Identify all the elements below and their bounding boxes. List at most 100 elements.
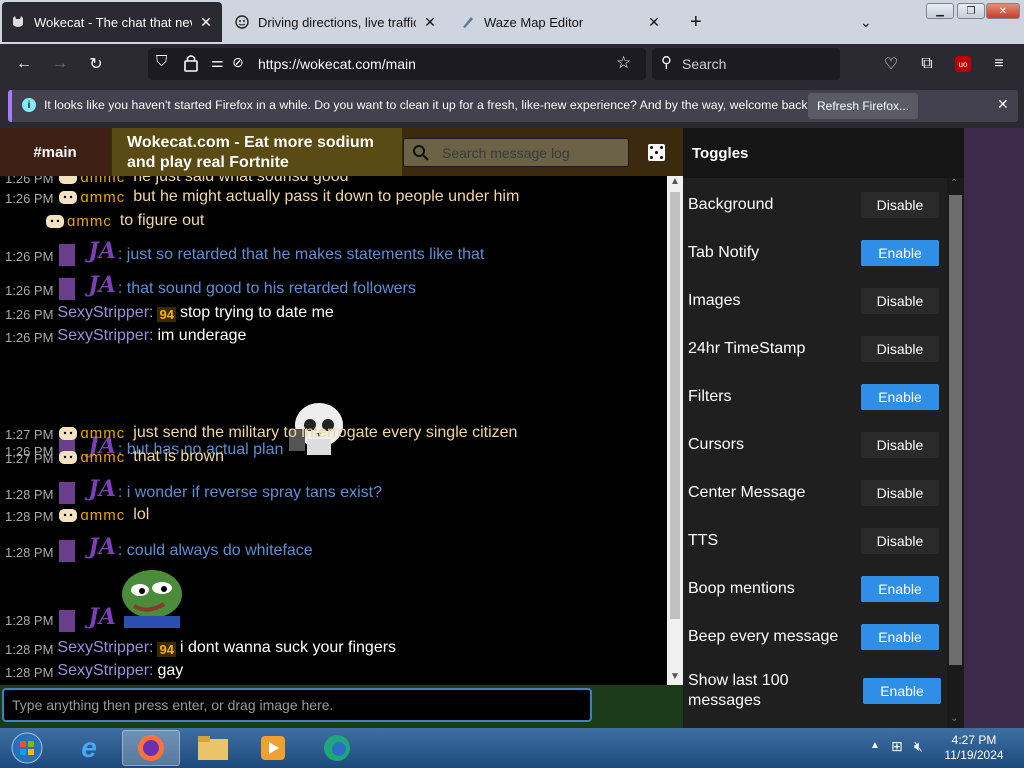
chat-message: 1:26 PM JA : that sound good to his reta… (5, 272, 416, 300)
minimize-button[interactable]: ▁ (926, 3, 954, 19)
toast-avatar-icon (57, 176, 79, 186)
close-notification-icon[interactable]: ✕ (997, 96, 1009, 113)
lock-icon[interactable] (184, 53, 198, 73)
reload-icon: ↻ (89, 56, 103, 73)
username[interactable]: SexyStripper: (57, 639, 153, 657)
toggle-images: Images Disable (688, 281, 944, 321)
volume-muted-icon[interactable]: 🔇︎ (914, 738, 923, 755)
hamburger-icon: ≡ (994, 55, 1004, 72)
tracking-blocked-icon[interactable]: ⊘ (232, 54, 244, 71)
chat-header: #main Wokecat.com - Eat more sodium and … (0, 128, 683, 176)
permissions-icon[interactable]: ⚌ (211, 54, 224, 71)
username[interactable]: ɑmmc (80, 449, 125, 466)
toggle-button[interactable]: Disable (861, 528, 939, 554)
forward-button[interactable]: → (49, 53, 71, 75)
username[interactable]: SexyStripper: (57, 327, 153, 345)
search-placeholder: Search (682, 56, 727, 72)
toggle-button[interactable]: Enable (861, 624, 939, 650)
taskbar-explorer[interactable] (188, 730, 238, 766)
scroll-down-icon[interactable]: ▼ (670, 671, 680, 682)
scroll-down-icon[interactable]: ⌄ (950, 713, 958, 724)
show-hidden-icons[interactable]: ▲ (870, 740, 880, 751)
username[interactable]: JA (88, 476, 115, 502)
maximize-button[interactable]: ❐ (957, 3, 985, 19)
message-text: : that sound good to his retarded follow… (117, 280, 416, 297)
chat-message: 1:28 PM SexyStripper: 94 i dont wanna su… (5, 639, 396, 657)
log-search[interactable] (403, 138, 629, 167)
toast-avatar-icon (57, 448, 79, 466)
reload-button[interactable]: ↻ (85, 53, 107, 75)
close-tab-icon[interactable]: ✕ (646, 14, 662, 31)
chat-message: 1:27 PM ɑmmc just send the military to i… (5, 424, 517, 442)
chat-scrollbar[interactable]: ▲ ▼ (667, 176, 683, 685)
close-tab-icon[interactable]: ✕ (198, 14, 214, 31)
network-icon[interactable]: ⊞ (891, 738, 903, 755)
room-name[interactable]: #main (0, 128, 110, 176)
toggles-scrollbar[interactable]: ⌃ ⌄ (947, 178, 964, 728)
toggle-button[interactable]: Enable (861, 576, 939, 602)
shield-icon[interactable]: ⛉ (156, 53, 167, 70)
tab-waze-map-editor[interactable]: Waze Map Editor ✕ (452, 2, 670, 42)
menu-button[interactable]: ≡ (988, 53, 1010, 75)
dice-icon[interactable] (648, 144, 665, 161)
search-box[interactable]: ⚲ Search (652, 48, 840, 80)
url-text[interactable]: https://wokecat.com/main (258, 56, 416, 72)
close-tab-icon[interactable]: ✕ (422, 14, 438, 31)
toggle-button[interactable]: Enable (863, 678, 941, 704)
taskbar-edge[interactable] (312, 730, 362, 766)
message-text: but he might actually pass it down to pe… (133, 188, 520, 205)
username[interactable]: SexyStripper: (57, 304, 153, 322)
scrollbar-thumb[interactable] (949, 195, 962, 665)
username[interactable]: SexyStripper: (57, 662, 153, 680)
toggle-button[interactable]: Enable (861, 240, 939, 266)
list-tabs-button[interactable]: ⌄ (852, 2, 880, 42)
timestamp: 1:27 PM (5, 451, 54, 466)
taskbar-media-player[interactable] (248, 730, 298, 766)
back-button[interactable]: ← (13, 53, 35, 75)
toast-avatar-icon (57, 506, 79, 524)
username[interactable]: ɑmmc (80, 507, 125, 524)
toggle-button[interactable]: Enable (861, 384, 939, 410)
timestamp: 1:26 PM (5, 191, 54, 206)
extensions-button[interactable]: ⧉ (916, 53, 938, 75)
toggle-button[interactable]: Disable (861, 480, 939, 506)
scrollbar-thumb[interactable] (670, 192, 680, 619)
taskbar: e ▲ ⊞ 🔇︎ 4:27 PM 11/19/2024 (0, 728, 1024, 768)
clock-time: 4:27 PM (951, 733, 997, 747)
chevron-down-icon: ⌄ (860, 13, 872, 30)
toggle-button[interactable]: Disable (861, 192, 939, 218)
new-tab-button[interactable]: + (682, 2, 712, 42)
username[interactable]: JA (88, 272, 115, 298)
close-window-button[interactable]: ✕ (986, 3, 1020, 19)
username[interactable]: ɑmmc (67, 213, 112, 230)
pocket-button[interactable]: ♡ (880, 53, 902, 75)
tab-wokecat[interactable]: Wokecat - The chat that never ✕ (2, 2, 222, 42)
chat-input[interactable] (2, 688, 592, 722)
bookmark-star-icon[interactable]: ☆ (616, 53, 631, 73)
url-bar[interactable]: ⛉ ⚌ ⊘ https://wokecat.com/main ☆ (148, 48, 646, 80)
toggle-button[interactable]: Disable (861, 288, 939, 314)
username[interactable]: JA (88, 534, 115, 560)
system-clock[interactable]: 4:27 PM 11/19/2024 (940, 733, 1008, 763)
scroll-up-icon[interactable]: ⌃ (950, 178, 958, 189)
scroll-up-icon[interactable]: ▲ (670, 176, 680, 187)
username[interactable]: ɑmmc (80, 425, 125, 442)
username[interactable]: JA (88, 604, 115, 630)
taskbar-firefox[interactable] (122, 730, 180, 766)
username[interactable]: ɑmmc (80, 176, 125, 186)
emote-94: 94 (157, 307, 176, 322)
tab-waze[interactable]: Driving directions, live traffic & ✕ (226, 2, 446, 42)
refresh-firefox-button[interactable]: Refresh Firefox... (808, 93, 918, 119)
toggle-button[interactable]: Disable (861, 432, 939, 458)
username[interactable]: ɑmmc (80, 189, 125, 206)
log-search-input[interactable] (442, 143, 622, 163)
start-button[interactable] (2, 730, 52, 766)
toggle-button[interactable]: Disable (861, 336, 939, 362)
toggle-center-message: Center Message Disable (688, 473, 944, 513)
username[interactable]: JA (88, 238, 115, 264)
taskbar-ie[interactable]: e (64, 730, 114, 766)
tab-label: Waze Map Editor (484, 14, 584, 30)
waze-tab-icon (234, 14, 250, 30)
message-log[interactable]: 1:26 PM ɑmmc he just said what sounsd go… (0, 176, 667, 685)
ublock-button[interactable]: uo (952, 53, 974, 75)
